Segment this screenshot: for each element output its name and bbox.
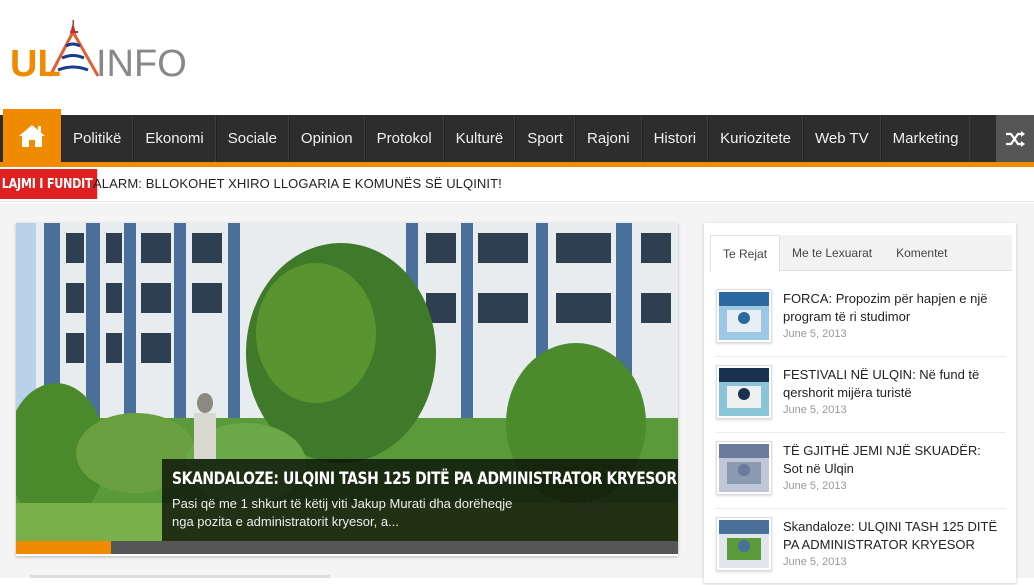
svg-text:UL: UL: [10, 43, 61, 85]
home-button[interactable]: [3, 109, 61, 162]
post-date: June 5, 2013: [783, 328, 847, 340]
random-post-button[interactable]: [996, 115, 1034, 162]
tabs-widget: Te Rejat Me te Lexuarat Komentet FORCA: Pr…: [704, 223, 1016, 585]
thumbnail-image: [719, 368, 769, 416]
post-date: June 5, 2013: [783, 404, 847, 416]
post-item: Skandaloze: ULQINI TASH 125 DITË PA ADMI…: [716, 509, 1006, 585]
featured-slider: SKANDALOZE: ULQINI TASH 125 DITË PA ADMI…: [16, 223, 678, 556]
nav-item-0[interactable]: Politikë: [61, 115, 134, 162]
nav-item-10[interactable]: Web TV: [802, 115, 881, 162]
logo-icon: UL INFO: [10, 20, 187, 85]
thumbnail-image: [719, 444, 769, 492]
svg-text:INFO: INFO: [96, 43, 185, 85]
slide-image[interactable]: SKANDALOZE: ULQINI TASH 125 DITË PA ADMI…: [16, 223, 678, 541]
nav-item-1[interactable]: Ekonomi: [133, 115, 216, 162]
recent-posts-list: FORCA: Propozim për hapjen e një program…: [716, 281, 1006, 585]
post-date: June 5, 2013: [783, 480, 847, 492]
nav-item-5[interactable]: Kulturë: [443, 115, 516, 162]
slide-excerpt: Pasi që me 1 shkurt të këtij viti Jakup …: [172, 496, 513, 529]
widget-tabs: Te Rejat Me te Lexuarat Komentet: [710, 235, 1012, 272]
post-title[interactable]: FESTIVALI NË ULQIN: Në fund të qershorit…: [783, 366, 998, 402]
nav-items: Politikë Ekonomi Sociale Opinion Protokol Kul…: [61, 115, 971, 162]
post-date: June 5, 2013: [783, 556, 847, 568]
nav-item-7[interactable]: Rajoni: [575, 115, 642, 162]
post-thumbnail[interactable]: [716, 441, 772, 495]
breaking-news-bar: LAJMI I FUNDIT ALARM: BLLOKOHET XHIRO LL…: [0, 167, 1034, 202]
slide-title[interactable]: SKANDALOZE: ULQINI TASH 125 DITË PA ADMI…: [172, 469, 677, 489]
breaking-news-label: LAJMI I FUNDIT: [0, 169, 98, 199]
tab-2[interactable]: Komentet: [884, 235, 959, 270]
thumbnail-image: [719, 520, 769, 568]
post-title[interactable]: Skandaloze: ULQINI TASH 125 DITË PA ADMI…: [783, 518, 998, 554]
nav-item-4[interactable]: Protokol: [364, 115, 444, 162]
tab-1[interactable]: Me te Lexuarat: [780, 235, 884, 270]
post-thumbnail[interactable]: [716, 365, 772, 419]
nav-item-3[interactable]: Opinion: [288, 115, 365, 162]
shuffle-icon: [1006, 130, 1025, 147]
post-thumbnail[interactable]: [716, 289, 772, 343]
watermark-text: /blog: [572, 495, 609, 514]
slider-progress-fill: [16, 541, 111, 554]
breaking-news-link[interactable]: ALARM: BLLOKOHET XHIRO LLOGARIA E KOMUNË…: [93, 176, 502, 191]
post-title[interactable]: TË GJITHË JEMI NJË SKUADËR: Sot në Ulqin: [783, 442, 998, 478]
post-item: FESTIVALI NË ULQIN: Në fund të qershorit…: [716, 357, 1006, 433]
site-header: UL INFO: [0, 0, 1034, 115]
slider-progress-bar: [16, 541, 678, 554]
thumbnail-image: [719, 292, 769, 340]
nav-item-8[interactable]: Histori: [641, 115, 709, 162]
tab-0[interactable]: Te Rejat: [710, 235, 781, 272]
nav-item-9[interactable]: Kuriozitete: [708, 115, 803, 162]
post-item: FORCA: Propozim për hapjen e një program…: [716, 281, 1006, 357]
post-thumbnail[interactable]: [716, 517, 772, 571]
site-logo[interactable]: UL INFO: [10, 18, 187, 88]
post-title[interactable]: FORCA: Propozim për hapjen e një program…: [783, 290, 998, 326]
post-item: TË GJITHË JEMI NJË SKUADËR: Sot në Ulqin…: [716, 433, 1006, 509]
nav-item-11[interactable]: Marketing: [880, 115, 971, 162]
nav-item-2[interactable]: Sociale: [215, 115, 289, 162]
nav-item-6[interactable]: Sport: [515, 115, 576, 162]
main-nav: Politikë Ekonomi Sociale Opinion Protokol Kul…: [0, 109, 1034, 162]
home-icon: [19, 124, 45, 147]
